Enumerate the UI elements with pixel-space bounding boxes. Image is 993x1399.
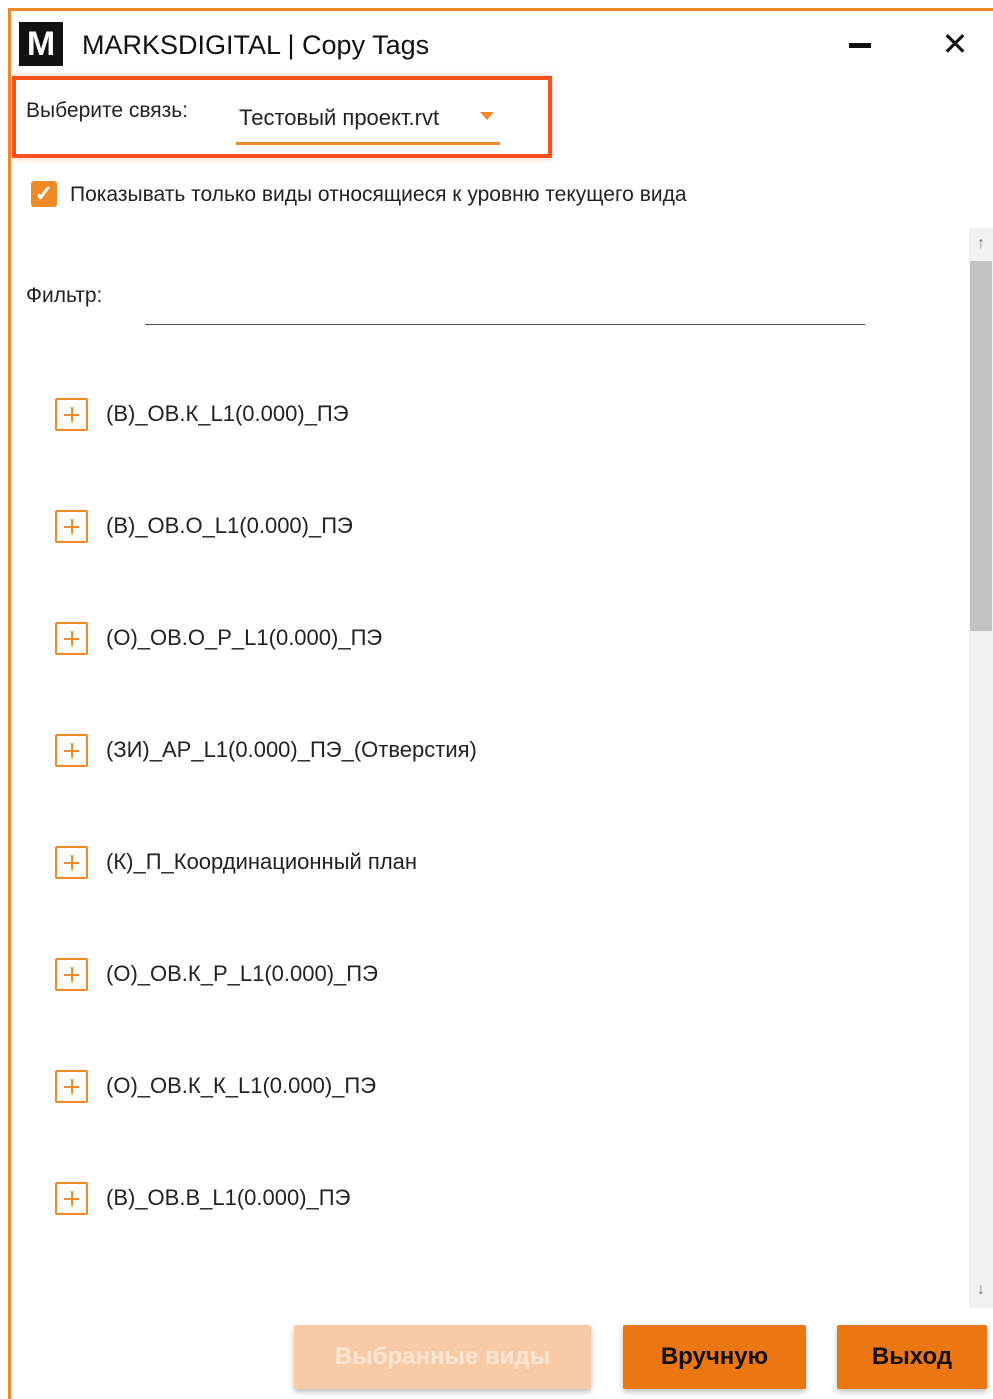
current-level-only-label[interactable]: Показывать только виды относящиеся к уро… (70, 183, 687, 207)
tree-item-label: (В)_ОВ.В_L1(0.000)_ПЭ (106, 1185, 351, 1210)
manual-button[interactable]: Вручную (623, 1325, 806, 1389)
views-scrollbar[interactable]: ↑ ↓ (969, 228, 993, 1308)
views-tree: (В)_ОВ.К_L1(0.000)_ПЭ (В)_ОВ.О_L1(0.000)_… (0, 360, 960, 1305)
tree-item-label: (В)_ОВ.О_L1(0.000)_ПЭ (106, 513, 353, 538)
selected-views-button[interactable]: Выбранные виды (294, 1325, 591, 1389)
scroll-down-arrow-icon[interactable]: ↓ (969, 1276, 993, 1304)
expand-plus-icon[interactable] (55, 734, 88, 767)
minimize-icon (849, 43, 871, 48)
window-title: MARKSDIGITAL | Copy Tags (82, 30, 430, 60)
current-level-only-checkbox[interactable]: ✓ (31, 181, 57, 207)
filter-input[interactable] (145, 290, 865, 325)
link-selector-combobox[interactable]: Тестовый проект.rvt (236, 100, 500, 145)
exit-button[interactable]: Выход (837, 1325, 987, 1389)
link-selector-label: Выберите связь: (26, 99, 189, 122)
tree-item-label: (ЗИ)_АР_L1(0.000)_ПЭ_(Отверстия) (106, 737, 477, 762)
tree-item-label: (О)_ОВ.К_Р_L1(0.000)_ПЭ (106, 961, 378, 986)
checkmark-icon: ✓ (34, 181, 54, 206)
minimize-button[interactable] (840, 24, 880, 64)
expand-plus-icon[interactable] (55, 622, 88, 655)
scroll-up-arrow-icon[interactable]: ↑ (969, 230, 993, 258)
tree-item-label: (В)_ОВ.К_L1(0.000)_ПЭ (106, 401, 349, 426)
tree-item-label: (О)_ОВ.О_Р_L1(0.000)_ПЭ (106, 625, 383, 650)
expand-plus-icon[interactable] (55, 846, 88, 879)
expand-plus-icon[interactable] (55, 398, 88, 431)
close-button[interactable]: ✕ (935, 24, 975, 64)
expand-plus-icon[interactable] (55, 1070, 88, 1103)
expand-plus-icon[interactable] (55, 958, 88, 991)
expand-plus-icon[interactable] (55, 510, 88, 543)
close-icon: ✕ (941, 26, 969, 62)
marksdigital-logo: M (19, 22, 63, 66)
filter-label: Фильтр: (26, 284, 103, 307)
tree-item-label: (К)_П_Координационный план (106, 849, 418, 874)
dropdown-arrow-icon (480, 112, 494, 120)
expand-plus-icon[interactable] (55, 1182, 88, 1215)
link-selector-value: Тестовый проект.rvt (239, 105, 440, 130)
tree-item-label: (О)_ОВ.К_К_L1(0.000)_ПЭ (106, 1073, 377, 1098)
scrollbar-thumb[interactable] (970, 261, 992, 631)
